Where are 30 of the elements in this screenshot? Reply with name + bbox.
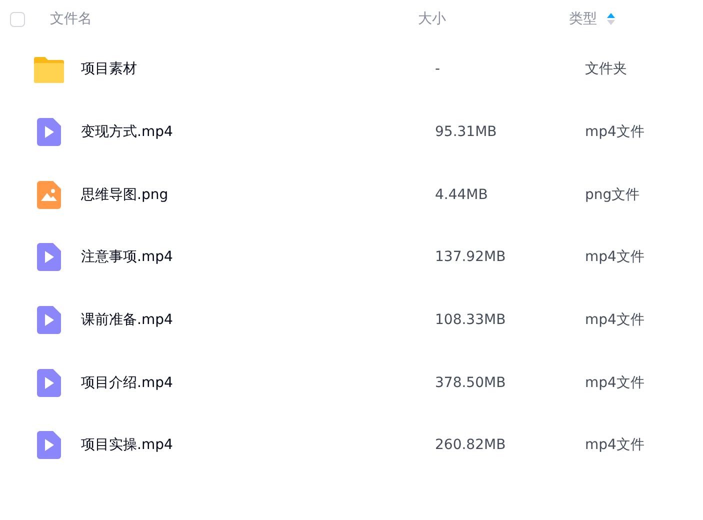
select-all-checkbox[interactable] — [10, 12, 25, 26]
image-file-icon — [37, 180, 61, 209]
file-size: - — [435, 61, 442, 78]
video-file-icon — [37, 243, 61, 272]
file-type: png文件 — [585, 186, 640, 204]
file-size: 95.31MB — [435, 124, 498, 140]
file-size: 378.50MB — [435, 374, 507, 391]
sort-icon[interactable] — [607, 13, 615, 25]
file-name[interactable]: 项目素材 — [81, 60, 435, 78]
video-file-icon — [37, 431, 61, 460]
file-type: mp4文件 — [585, 436, 644, 454]
file-size: 4.44MB — [435, 186, 489, 203]
file-name[interactable]: 思维导图.png — [81, 186, 435, 204]
folder-icon — [34, 55, 64, 84]
file-name[interactable]: 项目实操.mp4 — [81, 436, 435, 454]
file-size: 260.82MB — [435, 437, 507, 454]
file-type: mp4文件 — [585, 248, 644, 266]
file-type: mp4文件 — [585, 123, 644, 142]
video-file-icon — [37, 368, 61, 397]
file-type: mp4文件 — [585, 311, 644, 330]
file-size: 108.33MB — [435, 312, 507, 328]
file-type: 文件夹 — [585, 60, 627, 78]
file-name[interactable]: 注意事项.mp4 — [81, 248, 435, 266]
file-name[interactable]: 变现方式.mp4 — [81, 123, 435, 142]
video-file-icon — [37, 306, 61, 334]
file-name[interactable]: 课前准备.mp4 — [81, 311, 435, 330]
file-size: 137.92MB — [435, 249, 507, 266]
video-file-icon — [37, 118, 61, 146]
file-name[interactable]: 项目介绍.mp4 — [81, 374, 435, 392]
file-type: mp4文件 — [585, 374, 644, 392]
